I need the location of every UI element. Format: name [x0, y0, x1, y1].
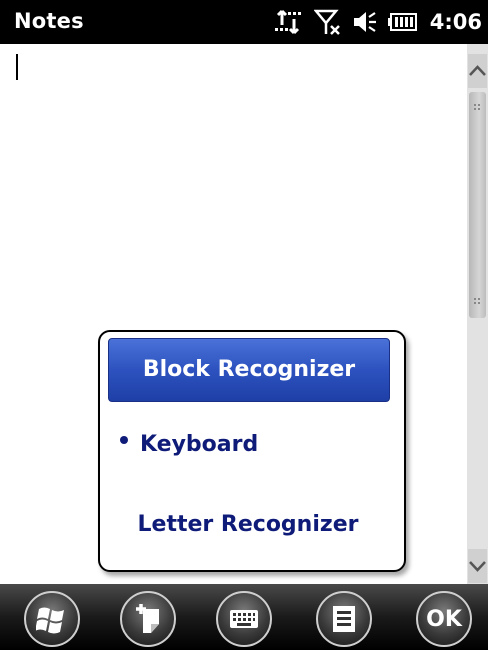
ok-button[interactable]: OK: [416, 591, 472, 647]
signal-off-icon[interactable]: [313, 8, 342, 36]
menu-bar: OK: [0, 584, 488, 650]
scroll-thumb[interactable]: [469, 92, 486, 318]
grip-dots-icon: [474, 104, 482, 110]
volume-icon[interactable]: [352, 9, 378, 35]
keyboard-icon: [230, 610, 258, 628]
clock[interactable]: 4:06: [430, 10, 482, 34]
title-bar: Notes 4:06: [0, 0, 488, 44]
menu-item-keyboard[interactable]: Keyboard: [108, 414, 388, 476]
scroll-up-button[interactable]: [468, 54, 487, 88]
windows-logo-icon: [36, 607, 64, 634]
input-method-menu: Block Recognizer Keyboard Letter Recogni…: [98, 330, 406, 572]
connectivity-icon[interactable]: [274, 9, 304, 35]
new-note-button[interactable]: [120, 591, 176, 647]
menu-item-label: Keyboard: [140, 432, 259, 457]
menu-item-block-recognizer[interactable]: Block Recognizer: [108, 338, 390, 402]
battery-icon[interactable]: [387, 12, 418, 32]
vertical-scrollbar[interactable]: [467, 44, 488, 584]
chevron-down-icon: [469, 561, 486, 572]
text-caret: [16, 54, 18, 80]
app-title: Notes: [14, 9, 84, 33]
scroll-down-button[interactable]: [468, 549, 487, 583]
menu-item-label: Letter Recognizer: [137, 512, 359, 537]
menu-item-label: Block Recognizer: [142, 357, 356, 382]
menu-button[interactable]: [316, 591, 372, 647]
status-area: 4:06: [264, 7, 482, 37]
grip-dots-icon: [474, 298, 482, 304]
new-document-icon: [136, 604, 159, 633]
menu-item-letter-recognizer[interactable]: Letter Recognizer: [108, 494, 388, 556]
active-bullet-icon: [120, 436, 128, 444]
input-panel-button[interactable]: [216, 591, 272, 647]
chevron-up-icon: [469, 65, 486, 76]
menu-list-icon: [333, 606, 355, 632]
start-button[interactable]: [24, 591, 80, 647]
ok-label: OK: [426, 606, 462, 632]
